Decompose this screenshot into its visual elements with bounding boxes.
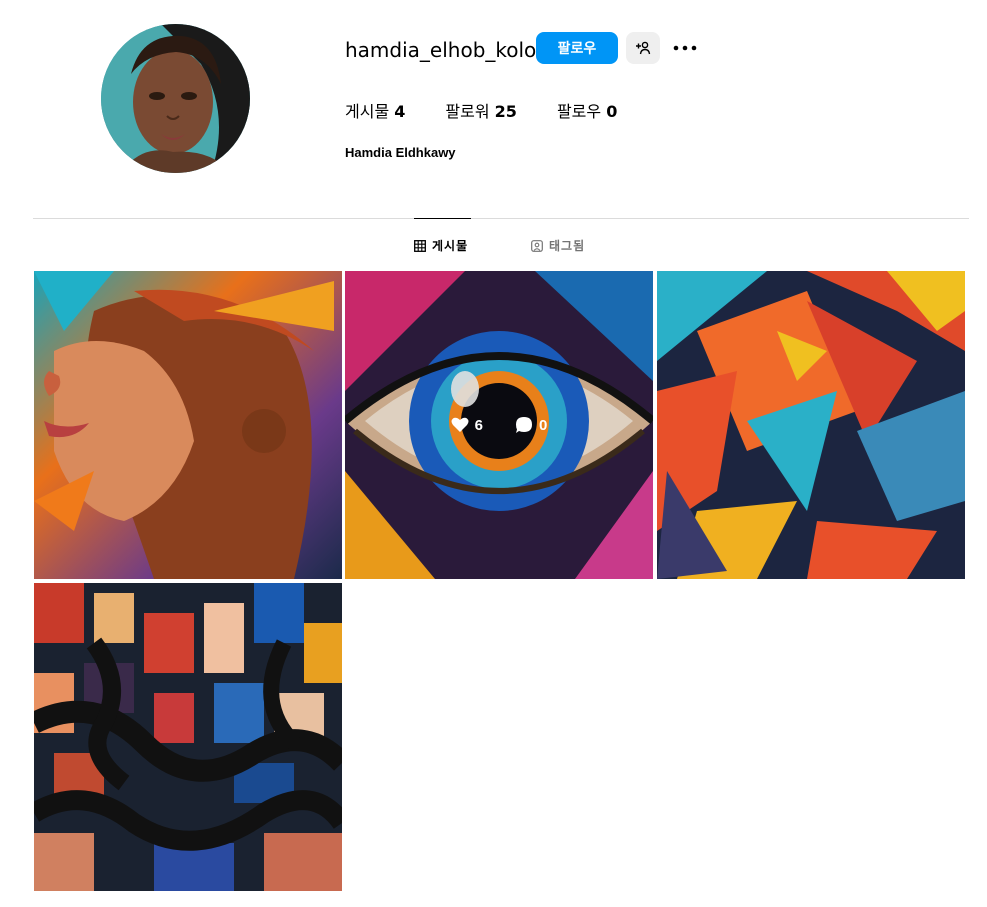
profile-stats: 게시물 4 팔로워 25 팔로우 0 [345,98,657,122]
post-hover-overlay: 6 0 [345,271,653,579]
more-options-button[interactable] [670,32,700,64]
following-stat-label: 팔로우 [556,102,602,121]
post-thumbnail[interactable] [34,583,342,891]
tabs-divider [33,218,969,219]
followers-stat-label: 팔로워 [445,102,490,121]
follow-button[interactable]: 팔로우 [536,32,618,64]
followers-stat[interactable]: 팔로워 25 [445,98,517,122]
post-thumbnail[interactable] [657,271,965,579]
following-stat[interactable]: 팔로우 0 [557,98,617,122]
following-count: 0 [606,102,618,121]
more-horizontal-icon [673,45,697,51]
tab-tagged[interactable]: 태그됨 [531,237,585,254]
followers-count: 25 [494,102,517,121]
posts-count: 4 [394,102,406,121]
post-thumbnail[interactable]: 6 0 [345,271,653,579]
tab-tagged-label: 태그됨 [549,239,586,253]
heart-icon [451,417,469,432]
active-tab-indicator [414,218,471,219]
profile-username: hamdia_elhob_kolo [345,38,537,62]
tagged-person-icon [531,239,543,252]
grid-icon [414,239,426,252]
comments-count: 0 [539,416,548,434]
posts-stat: 게시물 4 [345,98,405,122]
posts-stat-label: 게시물 [345,102,390,121]
post-thumbnail[interactable] [34,271,342,579]
tab-posts-label: 게시물 [432,239,469,253]
suggest-similar-button[interactable] [626,32,660,64]
profile-full-name: Hamdia Eldhkawy [345,145,456,160]
likes-count-group: 6 [451,417,483,434]
add-person-icon [636,41,651,55]
likes-count: 6 [474,416,483,434]
comment-icon [516,417,532,433]
profile-avatar[interactable] [101,24,250,173]
comments-count-group: 0 [515,416,547,434]
tab-posts[interactable]: 게시물 [414,237,468,254]
